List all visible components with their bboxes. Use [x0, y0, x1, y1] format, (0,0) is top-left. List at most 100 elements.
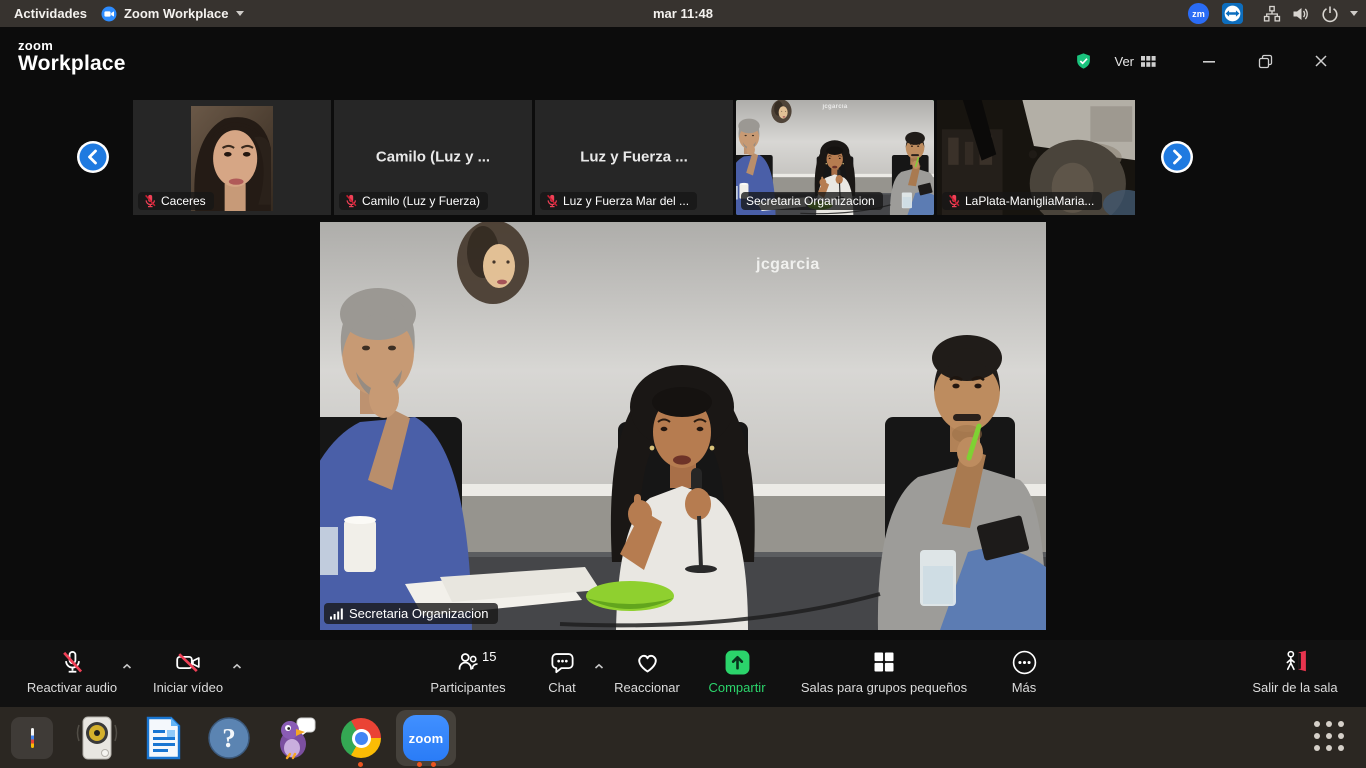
participant-display-name: Luz y Fuerza ...	[535, 148, 733, 165]
conference-scene	[320, 222, 1046, 630]
participants-count: 15	[482, 649, 496, 664]
main-speaker-video[interactable]: jcgarcia Secretaria Organizacion	[320, 222, 1046, 630]
app-indicator-zoom[interactable]: Zoom Workplace	[101, 6, 244, 22]
participant-name-chip: Camilo (Luz y Fuerza)	[339, 192, 488, 210]
video-thumbnail-camilo[interactable]: Camilo (Luz y ... Camilo (Luz y Fuerza)	[334, 100, 532, 215]
dock-app-i[interactable]	[9, 715, 55, 761]
participant-name: Caceres	[161, 194, 206, 208]
dock: ? zoom	[0, 707, 1366, 768]
dock-pidgin[interactable]	[272, 715, 318, 761]
gnome-top-bar: Actividades Zoom Workplace mar 11:48 zm	[0, 0, 1366, 27]
participant-name: Luz y Fuerza Mar del ...	[563, 194, 689, 208]
share-screen-button[interactable]: Compartir	[700, 646, 774, 702]
breakout-rooms-button[interactable]: Salas para grupos pequeños	[780, 646, 988, 702]
dock-help[interactable]: ?	[206, 715, 252, 761]
muted-mic-icon	[344, 194, 358, 208]
react-label: Reaccionar	[614, 680, 680, 695]
zoom-running-indicator	[417, 762, 422, 767]
writer-document-icon	[141, 716, 185, 760]
network-tray-icon[interactable]	[1263, 5, 1281, 23]
start-video-button[interactable]: Iniciar vídeo	[138, 646, 238, 702]
security-shield-icon[interactable]	[1075, 52, 1092, 70]
dock-libreoffice-writer[interactable]	[140, 715, 186, 761]
more-button[interactable]: Más	[994, 646, 1054, 702]
participant-name: Camilo (Luz y Fuerza)	[362, 194, 480, 208]
participants-icon	[455, 649, 481, 675]
video-thumbnail-luzyfuerza[interactable]: Luz y Fuerza ... Luz y Fuerza Mar del ..…	[535, 100, 733, 215]
breakout-rooms-label: Salas para grupos pequeños	[801, 680, 967, 695]
react-button[interactable]: Reaccionar	[598, 646, 696, 702]
participant-display-name: Camilo (Luz y ...	[334, 148, 532, 165]
app-indicator-label: Zoom Workplace	[124, 6, 229, 21]
speaker-name: Secretaria Organizacion	[349, 606, 488, 621]
filmstrip-prev-button[interactable]	[76, 140, 110, 174]
activities-label: Actividades	[14, 6, 87, 21]
dock-audio-player[interactable]	[74, 715, 120, 761]
video-watermark: jcgarcia	[756, 256, 820, 274]
chrome-running-indicator	[358, 762, 363, 767]
participant-name: Secretaria Organizacion	[746, 194, 875, 208]
chat-label: Chat	[548, 680, 575, 695]
zoom-app-icon	[101, 6, 117, 22]
participant-name-chip: Caceres	[138, 192, 214, 210]
video-thumbnail-laplata[interactable]: LaPlata-ManigliaMaria...	[937, 100, 1135, 215]
activities-button[interactable]: Actividades	[14, 6, 87, 21]
muted-mic-icon	[947, 194, 961, 208]
audio-options-chevron[interactable]	[122, 658, 132, 673]
speaker-name-chip: Secretaria Organizacion	[324, 603, 498, 624]
audio-level-icon	[330, 608, 343, 620]
close-icon	[1314, 54, 1328, 68]
video-thumbnail-secretaria-active-speaker[interactable]: jcgarcia Secretaria Organizacion	[736, 100, 934, 215]
more-label: Más	[1012, 680, 1037, 695]
teamviewer-tray-icon[interactable]	[1221, 2, 1244, 25]
zm-tray-icon[interactable]: zm	[1187, 2, 1210, 25]
zoom-icon-text: zoom	[409, 731, 444, 746]
muted-mic-icon	[59, 649, 86, 676]
chevron-right-icon	[1160, 140, 1194, 174]
video-options-chevron[interactable]	[232, 658, 242, 673]
video-off-icon	[174, 649, 202, 676]
dock-chrome[interactable]	[338, 715, 384, 761]
zoom-workplace-logo: zoom Workplace	[18, 39, 126, 75]
participant-name-chip: LaPlata-ManigliaMaria...	[942, 192, 1102, 210]
leave-meeting-label: Salir de la sala	[1252, 680, 1337, 695]
chevron-left-icon	[76, 140, 110, 174]
minimize-icon	[1202, 54, 1216, 68]
dock-zoom-active[interactable]: zoom	[396, 710, 456, 766]
view-label: Ver	[1114, 54, 1134, 69]
svg-text:?: ?	[222, 723, 236, 753]
participant-name-chip: Luz y Fuerza Mar del ...	[540, 192, 697, 210]
muted-mic-icon	[143, 194, 157, 208]
speaker-icon	[75, 715, 119, 761]
svg-text:zm: zm	[1192, 9, 1205, 19]
chat-icon	[549, 649, 576, 676]
app-i-icon	[11, 717, 53, 759]
minimize-button[interactable]	[1192, 49, 1226, 73]
show-applications-button[interactable]	[1314, 721, 1348, 755]
chevron-down-icon	[236, 11, 244, 16]
pidgin-icon	[273, 716, 317, 760]
close-button[interactable]	[1304, 49, 1338, 73]
participants-label: Participantes	[430, 680, 505, 695]
meeting-toolbar: Reactivar audio Iniciar vídeo	[0, 640, 1366, 707]
participants-button[interactable]: 15 Participantes	[408, 646, 528, 702]
chrome-icon	[341, 718, 381, 758]
unmute-audio-label: Reactivar audio	[27, 680, 117, 695]
video-thumbnail-caceres[interactable]: Caceres	[133, 100, 331, 215]
unmute-audio-button[interactable]: Reactivar audio	[10, 646, 134, 702]
filmstrip-next-button[interactable]	[1160, 140, 1194, 174]
view-button[interactable]: Ver	[1114, 54, 1156, 69]
logo-line2: Workplace	[18, 53, 126, 75]
power-tray-icon[interactable]	[1321, 5, 1339, 23]
help-icon: ?	[207, 716, 251, 760]
share-screen-label: Compartir	[708, 680, 765, 695]
zoom-running-indicator	[431, 762, 436, 767]
leave-meeting-button[interactable]: Salir de la sala	[1235, 646, 1355, 702]
restore-icon	[1258, 54, 1273, 69]
breakout-rooms-icon	[871, 649, 897, 675]
restore-button[interactable]	[1248, 49, 1282, 73]
zoom-meeting-window: zoom Workplace Ver	[0, 27, 1366, 707]
chat-button[interactable]: Chat	[528, 646, 596, 702]
volume-tray-icon[interactable]	[1292, 5, 1310, 23]
chevron-down-icon[interactable]	[1350, 11, 1358, 16]
